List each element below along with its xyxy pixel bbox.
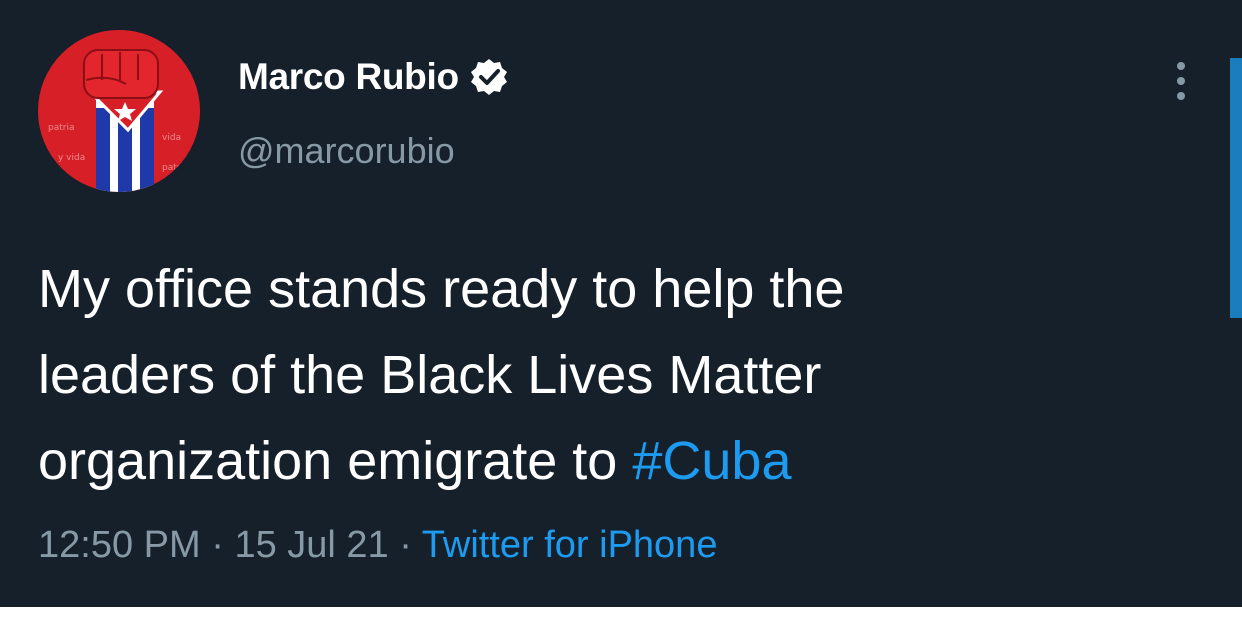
tweet-source-link[interactable]: Twitter for iPhone — [422, 524, 718, 566]
tweet-time[interactable]: 12:50 PM — [38, 524, 201, 566]
meta-separator: · — [200, 524, 235, 566]
svg-text:patria: patria — [162, 163, 188, 173]
more-vertical-icon[interactable] — [1166, 58, 1196, 104]
hashtag-link[interactable]: #Cuba — [632, 431, 791, 491]
raised-fist-icon: patria vida y vida patria — [38, 30, 200, 192]
svg-text:patria: patria — [48, 123, 74, 133]
author-handle[interactable]: @marcorubio — [238, 130, 455, 172]
author-display-name[interactable]: Marco Rubio — [238, 56, 459, 98]
verified-badge-icon — [469, 57, 509, 97]
meta-separator: · — [388, 524, 422, 566]
tweet-meta: 12:50 PM · 15 Jul 21 · Twitter for iPhon… — [38, 524, 717, 567]
tweet-card: patria vida y vida patria Marco Rubio @m… — [0, 0, 1242, 607]
tweet-date[interactable]: 15 Jul 21 — [234, 524, 388, 566]
author-name-row[interactable]: Marco Rubio — [238, 52, 509, 102]
tweet-text: My office stands ready to help the leade… — [38, 246, 1158, 504]
avatar[interactable]: patria vida y vida patria — [38, 30, 200, 192]
scrollbar[interactable] — [1230, 58, 1242, 318]
svg-text:vida: vida — [162, 133, 181, 143]
svg-text:y vida: y vida — [58, 153, 85, 163]
